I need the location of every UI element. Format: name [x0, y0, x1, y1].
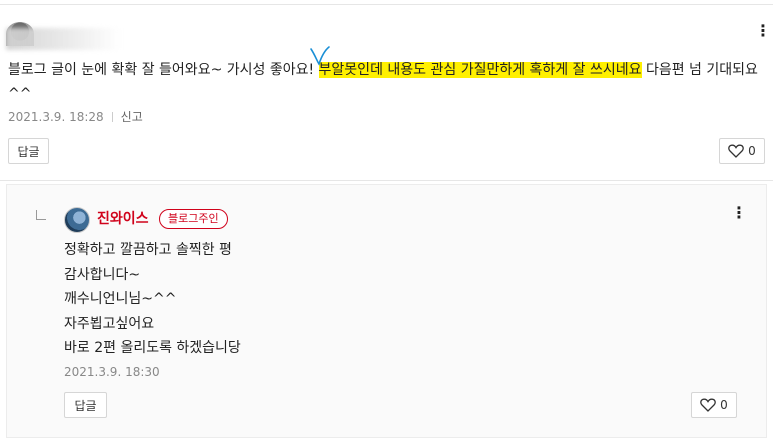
like-count: 0	[748, 144, 756, 158]
comment-text-start: 블로그 글이 눈에 확확 잘 들어와요~ 가시성 좋아요!	[8, 62, 319, 78]
reply-line: 바로 2편 올리도록 하겠습니당	[64, 340, 241, 356]
reply-like-count: 0	[720, 398, 728, 412]
blurred-commenter-name	[6, 28, 121, 50]
reply-line: 감사합니다~	[64, 266, 141, 283]
meta-separator	[111, 112, 113, 122]
reply-reply-button[interactable]: 답글	[64, 392, 107, 418]
comment-body: 블로그 글이 눈에 확확 잘 들어와요~ 가시성 좋아요! 부알못인데 내용도 …	[8, 58, 763, 106]
top-divider	[0, 4, 773, 5]
report-link[interactable]: 신고	[121, 110, 143, 124]
comment-highlighted-text: 부알못인데 내용도 관심 가질만하게 혹하게 잘 쓰시네요	[318, 62, 642, 78]
reply-timestamp: 2021.3.9. 18:30	[64, 365, 160, 379]
reply-like-button[interactable]: 0	[691, 392, 737, 418]
reply-indent-icon	[36, 210, 46, 220]
handwritten-check-mark-icon	[310, 46, 330, 66]
reply-body: 정확하고 깔끔하고 솔찍한 평 감사합니다~ 깨수니언니님~^^ 자주뵙고싶어요…	[64, 238, 241, 361]
reply-line: 정확하고 깔끔하고 솔찍한 평	[64, 242, 232, 258]
reply-line: 깨수니언니님~^^	[64, 291, 177, 307]
comment-meta: 2021.3.9. 18:28 신고	[8, 108, 143, 125]
reply-line: 자주뵙고싶어요	[64, 315, 155, 332]
reply-button[interactable]: 답글	[8, 138, 49, 164]
reply-author-name[interactable]: 진와이스	[97, 208, 149, 228]
heart-icon	[700, 398, 716, 412]
reply-more-options-icon[interactable]: ⋮	[731, 204, 747, 224]
more-options-icon[interactable]: ⋮	[755, 22, 771, 42]
heart-icon	[728, 144, 744, 158]
section-divider	[0, 180, 773, 181]
like-button[interactable]: 0	[719, 138, 765, 164]
blog-owner-badge: 블로그주인	[159, 209, 228, 229]
blog-owner-avatar[interactable]	[64, 207, 90, 233]
comment-timestamp: 2021.3.9. 18:28	[8, 110, 104, 124]
